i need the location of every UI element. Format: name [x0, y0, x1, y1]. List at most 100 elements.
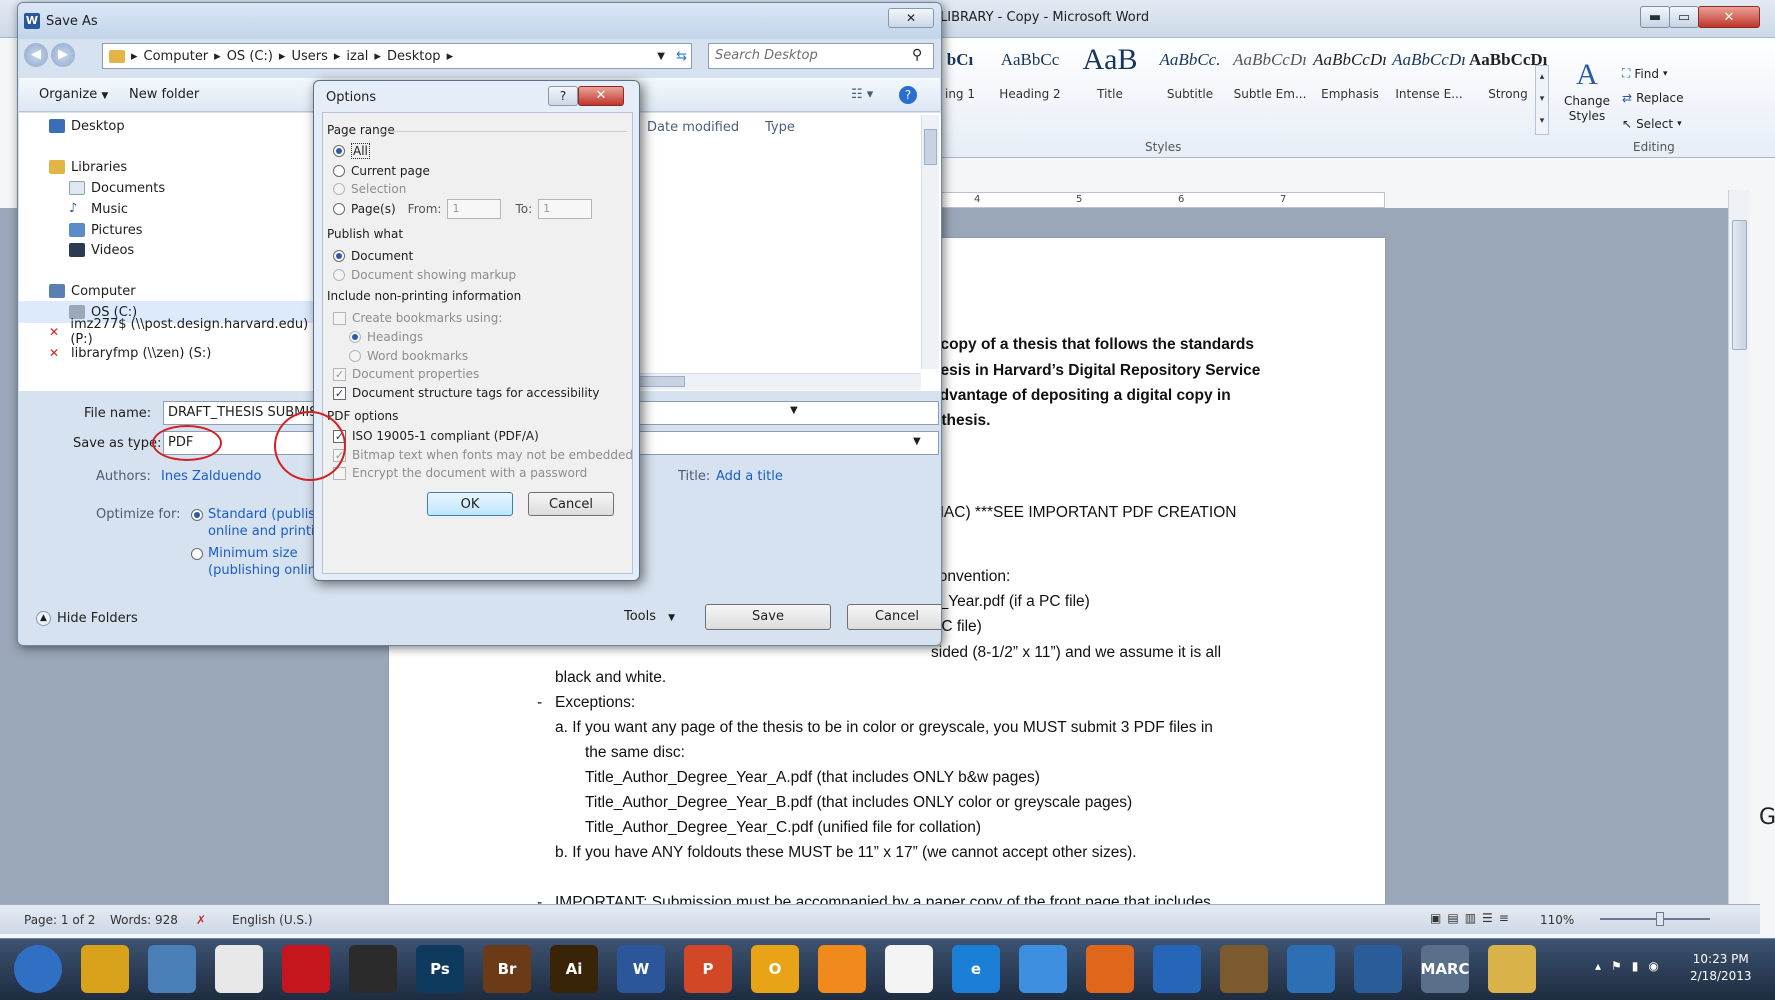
vertical-scrollbar[interactable]: [1728, 190, 1750, 914]
page-range-current[interactable]: Current page: [333, 161, 430, 181]
iso-row[interactable]: ✓ ISO 19005-1 compliant (PDF/A): [333, 426, 539, 446]
style-tile[interactable]: AaBbCc Heading 2: [991, 42, 1069, 132]
title-value[interactable]: Add a title: [716, 469, 783, 484]
optimize-minimum-radio[interactable]: [191, 548, 203, 560]
tools-button[interactable]: Tools ▼: [624, 609, 675, 624]
view-buttons[interactable]: ▣ ▤ ▥ ☰ ≡: [1430, 911, 1509, 925]
signal-icon[interactable]: ▮: [1632, 959, 1639, 973]
nav-libraries[interactable]: Libraries: [19, 156, 324, 178]
structure-tags-row[interactable]: ✓ Document structure tags for accessibili…: [333, 383, 600, 403]
save-as-close-button[interactable]: ✕: [888, 8, 934, 28]
select-button[interactable]: ↖ Select ▾: [1622, 117, 1682, 131]
style-gallery-scroll[interactable]: ▴ ▾ ▾: [1535, 65, 1549, 135]
optimize-minimum-label[interactable]: Minimum size: [208, 546, 298, 561]
close-button[interactable]: ✕: [1698, 6, 1760, 28]
word-icon[interactable]: W: [617, 945, 665, 993]
structure-tags-checkbox[interactable]: ✓: [333, 386, 346, 400]
radio-current-page[interactable]: [333, 165, 345, 177]
breadcrumb-izal[interactable]: izal: [346, 49, 368, 64]
horizontal-ruler[interactable]: 4 5 6 7: [935, 192, 1385, 208]
style-tile[interactable]: AaBbCcDı Subtle Em...: [1231, 42, 1309, 132]
tray-expand-icon[interactable]: ▴: [1595, 959, 1601, 973]
authors-value[interactable]: Ines Zalduendo: [161, 469, 261, 484]
minimize-button[interactable]: ▬: [1640, 6, 1670, 28]
firefox-icon[interactable]: [1086, 945, 1134, 993]
breadcrumb-users[interactable]: Users: [291, 49, 327, 64]
style-tile[interactable]: AaBbCcDı Emphasis: [1311, 42, 1389, 132]
forward-icon[interactable]: ▶: [51, 43, 75, 67]
style-tile[interactable]: AaBbCc. Subtitle: [1151, 42, 1229, 132]
blank-file-icon[interactable]: [885, 945, 933, 993]
refresh-icon[interactable]: ⇆: [676, 49, 687, 64]
cancel-button[interactable]: Cancel: [847, 604, 941, 630]
optimize-standard-label[interactable]: Standard (publishi: [208, 507, 327, 522]
help-icon[interactable]: ?: [899, 86, 917, 104]
proofing-icon[interactable]: ✗: [196, 913, 206, 927]
marc-icon[interactable]: MARC: [1420, 945, 1470, 993]
file-name-dropdown-icon[interactable]: ▼: [790, 405, 798, 416]
style-tile[interactable]: AaB Title: [1071, 42, 1149, 132]
zoom-slider[interactable]: [1590, 911, 1720, 927]
back-icon[interactable]: ◀: [24, 43, 48, 67]
network-tray-icon[interactable]: ◉: [1648, 959, 1658, 973]
draft-icon[interactable]: ≡: [1499, 911, 1509, 925]
radio-document[interactable]: [333, 250, 345, 262]
network-icon[interactable]: [1287, 945, 1335, 993]
word-count[interactable]: Words: 928: [110, 913, 178, 927]
radio-all[interactable]: [333, 145, 345, 157]
chrome-icon[interactable]: [81, 945, 129, 993]
breadcrumb-computer[interactable]: Computer: [144, 49, 209, 64]
print-layout-icon[interactable]: ▣: [1430, 911, 1441, 925]
illustrator-icon[interactable]: Ai: [550, 945, 598, 993]
powerpoint-icon[interactable]: P: [684, 945, 732, 993]
app-icon[interactable]: [148, 945, 196, 993]
options-help-button[interactable]: ?: [548, 86, 578, 106]
save-button[interactable]: Save: [705, 604, 831, 630]
page-count[interactable]: Page: 1 of 2: [24, 913, 95, 927]
ie-icon[interactable]: e: [952, 945, 1000, 993]
search-input[interactable]: Search Desktop: [708, 43, 934, 69]
clock[interactable]: 10:23 PM 2/18/2013: [1690, 951, 1752, 985]
acrobat-pro-icon[interactable]: [282, 945, 330, 993]
language-indicator[interactable]: English (U.S.): [232, 913, 313, 927]
nav-music[interactable]: ♪ Music: [19, 198, 324, 220]
web-layout-icon[interactable]: ▥: [1465, 911, 1476, 925]
find-button[interactable]: ⛶ Find ▾: [1622, 66, 1668, 81]
options-cancel-button[interactable]: Cancel: [528, 492, 614, 516]
publish-document[interactable]: Document: [333, 246, 413, 266]
outlook-icon[interactable]: O: [751, 945, 799, 993]
optimize-standard-radio[interactable]: [191, 509, 203, 521]
address-bar[interactable]: ▸ Computer ▸ OS (C:) ▸ Users ▸ izal ▸ Deskto…: [102, 43, 692, 69]
windows-start-icon[interactable]: [14, 945, 62, 993]
organize-button[interactable]: Organize ▼: [39, 87, 108, 102]
breadcrumb-os-c[interactable]: OS (C:): [227, 49, 273, 64]
scroll-thumb[interactable]: [924, 129, 937, 165]
column-header-date[interactable]: Date modified: [647, 120, 739, 135]
new-folder-button[interactable]: New folder: [129, 87, 199, 102]
flag-icon[interactable]: ⚑: [1611, 959, 1622, 973]
radio-pages[interactable]: [333, 203, 345, 215]
nav-desktop[interactable]: Desktop: [19, 115, 324, 137]
style-tile[interactable]: AaBbCcDı Intense E...: [1390, 42, 1468, 132]
page-range-pages[interactable]: Page(s) From: 1 To: 1: [333, 199, 593, 219]
dropbox-icon[interactable]: [1019, 945, 1067, 993]
bridge-icon[interactable]: Br: [483, 945, 531, 993]
column-header-type[interactable]: Type: [765, 120, 795, 135]
outline-icon[interactable]: ☰: [1482, 911, 1493, 925]
camera-icon[interactable]: [349, 945, 397, 993]
globe-icon[interactable]: [1153, 945, 1201, 993]
breadcrumb-desktop[interactable]: Desktop: [387, 49, 441, 64]
nav-videos[interactable]: Videos: [19, 239, 324, 261]
replace-button[interactable]: ⇄ Replace: [1622, 91, 1684, 105]
nav-documents[interactable]: Documents: [19, 177, 324, 199]
zoom-level[interactable]: 110%: [1540, 913, 1574, 927]
hide-folders-button[interactable]: ▲ Hide Folders: [36, 611, 138, 626]
nav-pictures[interactable]: Pictures: [19, 219, 324, 241]
options-ok-button[interactable]: OK: [427, 492, 513, 516]
nav-network-drive-p[interactable]: ✕ imz277$ (\\post.design.harvard.edu) (P:…: [19, 317, 324, 347]
maximize-button[interactable]: ▭: [1669, 6, 1699, 28]
arrows-icon[interactable]: [1354, 945, 1402, 993]
change-styles-button[interactable]: A Change Styles: [1556, 60, 1618, 124]
acrobat-icon[interactable]: [215, 945, 263, 993]
full-screen-icon[interactable]: ▤: [1447, 911, 1458, 925]
